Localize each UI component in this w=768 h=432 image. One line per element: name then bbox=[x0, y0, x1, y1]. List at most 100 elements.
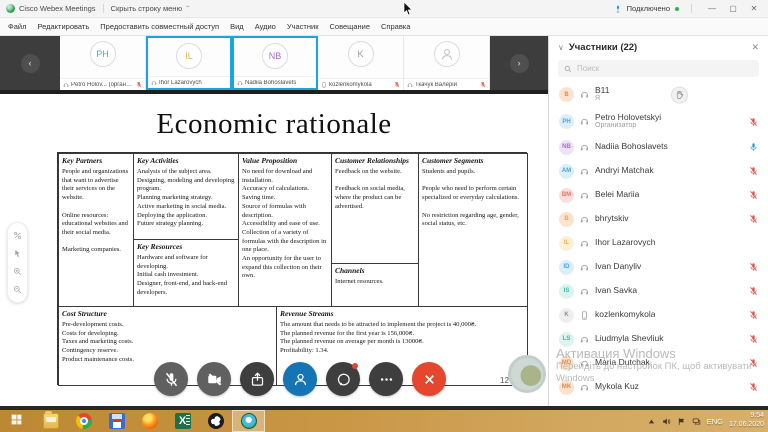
raise-hand-button[interactable] bbox=[671, 86, 688, 103]
video-tile-1[interactable]: PHPetro Holov... (организатор) bbox=[60, 36, 146, 90]
headset-icon bbox=[580, 335, 589, 344]
action-center-flag-icon[interactable] bbox=[677, 417, 686, 426]
participant-row[interactable]: BMBelei Mariia bbox=[549, 183, 768, 207]
taskbar-webex-icon[interactable] bbox=[232, 410, 265, 432]
tile-participant-name: Ihor Lazarovych bbox=[159, 80, 202, 86]
participant-row[interactable]: MKMykola Kuz bbox=[549, 375, 768, 399]
share-button[interactable] bbox=[240, 362, 274, 396]
excel-glyph: X bbox=[175, 413, 191, 429]
participant-row[interactable]: ILIhor Lazarovych bbox=[549, 231, 768, 255]
leave-button[interactable] bbox=[412, 362, 446, 396]
zoom-out-icon[interactable] bbox=[13, 285, 22, 294]
participant-row[interactable]: IDIvan Danyliv bbox=[549, 255, 768, 279]
participant-row[interactable]: ISIvan Savka bbox=[549, 279, 768, 303]
mute-button[interactable] bbox=[154, 362, 188, 396]
menu-item-7[interactable]: Совещание bbox=[329, 22, 370, 31]
tile-participant-name: Nadiia Bohoslavets bbox=[245, 80, 296, 86]
participant-row[interactable]: BB11Я bbox=[549, 81, 768, 108]
close-panel-button[interactable]: ✕ bbox=[751, 42, 759, 53]
scroll-left-button[interactable]: ‹ bbox=[21, 54, 40, 73]
participant-text: Petro HolovetskyiОрганизатор bbox=[595, 113, 661, 131]
taskbar-obs-icon[interactable] bbox=[199, 410, 232, 432]
participant-name: Ihor Lazarovych bbox=[595, 238, 655, 248]
headset-icon bbox=[407, 82, 413, 88]
taskbar-firefox-icon[interactable] bbox=[133, 410, 166, 432]
language-indicator[interactable]: ENG bbox=[707, 417, 723, 426]
participant-row[interactable]: LSLiudmyla Shevliuk bbox=[549, 327, 768, 351]
more-button[interactable] bbox=[369, 362, 403, 396]
taskbar-clock[interactable]: 9:54 17.06.2020 bbox=[729, 412, 764, 430]
menu-item-4[interactable]: Вид bbox=[230, 22, 244, 31]
participant-name: kozlenkomykola bbox=[595, 310, 655, 320]
participant-avatar: K bbox=[559, 308, 574, 323]
canvas-cell-customer-relationships: Customer Relationships Feedback on the w… bbox=[331, 153, 419, 264]
participant-avatar: LS bbox=[559, 332, 574, 347]
cell-title: Customer Relationships bbox=[335, 156, 415, 165]
hand-icon bbox=[675, 90, 684, 99]
pointer-icon[interactable] bbox=[13, 249, 22, 258]
participant-name: bhrytskiv bbox=[595, 214, 629, 224]
menu-item-3[interactable]: Предоставить совместный доступ bbox=[100, 22, 219, 31]
participant-row[interactable]: MDMaria Dutchak bbox=[549, 351, 768, 375]
menu-item-6[interactable]: Участник bbox=[287, 22, 319, 31]
video-tile-2[interactable]: ILIhor Lazarovych bbox=[146, 36, 232, 90]
participant-avatar: NB bbox=[559, 140, 574, 155]
person-avatar-icon bbox=[434, 41, 460, 67]
cell-title: Channels bbox=[335, 266, 415, 275]
participant-row[interactable]: Bbhrytskiv bbox=[549, 207, 768, 231]
zoom-in-icon[interactable] bbox=[13, 267, 22, 276]
taskbar-excel-icon[interactable]: X bbox=[166, 410, 199, 432]
volume-icon[interactable] bbox=[662, 417, 671, 426]
participant-text: Andryi Matchak bbox=[595, 166, 654, 176]
headset-icon bbox=[580, 383, 589, 392]
video-tile-4[interactable]: Kkozlenkomykola bbox=[318, 36, 404, 90]
network-icon[interactable] bbox=[692, 417, 701, 426]
windows-taskbar: X ENG 9:54 17.06.2020 bbox=[0, 406, 768, 432]
chat-button[interactable] bbox=[326, 362, 360, 396]
menu-item-8[interactable]: Справка bbox=[381, 22, 410, 31]
taskbar-start-icon[interactable] bbox=[1, 410, 34, 432]
video-tile-3[interactable]: NBNadiia Bohoslavets bbox=[232, 36, 318, 90]
cell-body: People and organizations that want to ad… bbox=[62, 168, 130, 255]
participants-icon bbox=[293, 372, 308, 387]
participant-row[interactable]: Kkozlenkomykola bbox=[549, 303, 768, 327]
participants-header: ∨ Участники (22) ✕ bbox=[549, 36, 768, 59]
hide-menu-button[interactable]: Скрыть строку меню bbox=[111, 4, 183, 13]
tile-name-bar: Nadiia Bohoslavets bbox=[234, 76, 316, 88]
taskbar-blue-app-icon[interactable] bbox=[100, 410, 133, 432]
cell-body: No need for download and installation. A… bbox=[242, 168, 328, 281]
participant-row[interactable]: NBNadiia Bohoslavets bbox=[549, 135, 768, 159]
participant-avatar: BM bbox=[559, 188, 574, 203]
scroll-right-button[interactable]: › bbox=[510, 54, 529, 73]
minimize-button[interactable]: — bbox=[704, 2, 720, 16]
participant-text: bhrytskiv bbox=[595, 214, 629, 224]
participant-row[interactable]: PHPetro HolovetskyiОрганизатор bbox=[549, 108, 768, 135]
zoom-percent-icon[interactable] bbox=[13, 231, 22, 240]
clock-date: 17.06.2020 bbox=[729, 421, 764, 430]
cell-title: Customer Segments bbox=[422, 156, 524, 165]
muted-mic-icon bbox=[749, 310, 758, 320]
participants-title: Участники (22) bbox=[569, 42, 637, 53]
video-tile-5[interactable]: Ткачук Валерій bbox=[404, 36, 490, 90]
self-video-bubble[interactable] bbox=[508, 355, 546, 393]
taskbar-chrome-icon[interactable] bbox=[67, 410, 100, 432]
participant-search-input[interactable]: Поиск bbox=[558, 60, 759, 77]
menu-item-5[interactable]: Аудио bbox=[255, 22, 276, 31]
muted-mic-icon bbox=[749, 358, 758, 368]
participant-row[interactable]: AMAndryi Matchak bbox=[549, 159, 768, 183]
system-tray: ENG 9:54 17.06.2020 bbox=[647, 410, 764, 432]
menu-item-2[interactable]: Редактировать bbox=[37, 22, 89, 31]
mic-muted-icon bbox=[164, 372, 179, 387]
menu-item-1[interactable]: Файл bbox=[8, 22, 26, 31]
tray-expand-icon[interactable] bbox=[647, 417, 656, 426]
video-button[interactable] bbox=[197, 362, 231, 396]
more-icon bbox=[379, 372, 394, 387]
close-window-button[interactable]: ✕ bbox=[746, 2, 762, 16]
chrome-glyph bbox=[76, 413, 92, 429]
headset-icon bbox=[580, 263, 589, 272]
collapse-chevron-icon[interactable]: ∨ bbox=[558, 43, 564, 52]
taskbar-explorer-icon[interactable] bbox=[34, 410, 67, 432]
maximize-button[interactable]: ▢ bbox=[725, 2, 741, 16]
connection-status: Подключено bbox=[627, 4, 670, 13]
participants-button[interactable] bbox=[283, 362, 317, 396]
